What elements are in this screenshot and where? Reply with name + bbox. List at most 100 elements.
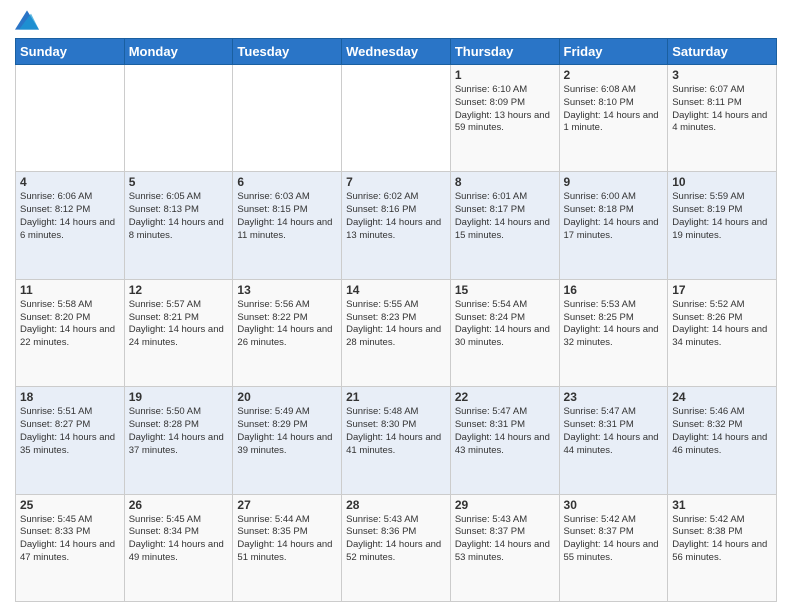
week-row: 11 Sunrise: 5:58 AM Sunset: 8:20 PM Dayli… xyxy=(16,279,777,386)
calendar-page: SundayMondayTuesdayWednesdayThursdayFrid… xyxy=(0,0,792,612)
day-number: 22 xyxy=(455,390,555,404)
day-number: 24 xyxy=(672,390,772,404)
day-detail: Sunrise: 5:58 AM Sunset: 8:20 PM Dayligh… xyxy=(20,299,120,350)
day-detail: Sunrise: 5:47 AM Sunset: 8:31 PM Dayligh… xyxy=(564,406,664,457)
weekday-header: Sunday xyxy=(16,39,125,65)
day-cell: 21 Sunrise: 5:48 AM Sunset: 8:30 PM Dayli… xyxy=(342,387,451,494)
day-number: 4 xyxy=(20,175,120,189)
calendar-body: 1 Sunrise: 6:10 AM Sunset: 8:09 PM Daylig… xyxy=(16,65,777,602)
day-cell: 1 Sunrise: 6:10 AM Sunset: 8:09 PM Daylig… xyxy=(450,65,559,172)
day-cell xyxy=(233,65,342,172)
day-cell: 16 Sunrise: 5:53 AM Sunset: 8:25 PM Dayli… xyxy=(559,279,668,386)
day-cell: 26 Sunrise: 5:45 AM Sunset: 8:34 PM Dayli… xyxy=(124,494,233,601)
day-detail: Sunrise: 5:57 AM Sunset: 8:21 PM Dayligh… xyxy=(129,299,229,350)
day-detail: Sunrise: 5:44 AM Sunset: 8:35 PM Dayligh… xyxy=(237,514,337,565)
day-number: 11 xyxy=(20,283,120,297)
day-detail: Sunrise: 5:53 AM Sunset: 8:25 PM Dayligh… xyxy=(564,299,664,350)
day-number: 26 xyxy=(129,498,229,512)
week-row: 18 Sunrise: 5:51 AM Sunset: 8:27 PM Dayli… xyxy=(16,387,777,494)
day-number: 16 xyxy=(564,283,664,297)
day-detail: Sunrise: 6:01 AM Sunset: 8:17 PM Dayligh… xyxy=(455,191,555,242)
day-cell: 23 Sunrise: 5:47 AM Sunset: 8:31 PM Dayli… xyxy=(559,387,668,494)
day-detail: Sunrise: 5:56 AM Sunset: 8:22 PM Dayligh… xyxy=(237,299,337,350)
day-detail: Sunrise: 5:55 AM Sunset: 8:23 PM Dayligh… xyxy=(346,299,446,350)
day-number: 31 xyxy=(672,498,772,512)
day-number: 10 xyxy=(672,175,772,189)
calendar-header: SundayMondayTuesdayWednesdayThursdayFrid… xyxy=(16,39,777,65)
weekday-header: Monday xyxy=(124,39,233,65)
day-number: 27 xyxy=(237,498,337,512)
day-cell: 31Sunrise: 5:42 AM Sunset: 8:38 PM Dayli… xyxy=(668,494,777,601)
day-cell xyxy=(342,65,451,172)
day-number: 15 xyxy=(455,283,555,297)
day-cell xyxy=(124,65,233,172)
day-detail: Sunrise: 5:43 AM Sunset: 8:37 PM Dayligh… xyxy=(455,514,555,565)
day-cell: 8 Sunrise: 6:01 AM Sunset: 8:17 PM Daylig… xyxy=(450,172,559,279)
weekday-header: Thursday xyxy=(450,39,559,65)
day-cell: 9Sunrise: 6:00 AM Sunset: 8:18 PM Daylig… xyxy=(559,172,668,279)
day-number: 28 xyxy=(346,498,446,512)
weekday-header: Wednesday xyxy=(342,39,451,65)
day-cell: 12Sunrise: 5:57 AM Sunset: 8:21 PM Dayli… xyxy=(124,279,233,386)
day-cell: 20 Sunrise: 5:49 AM Sunset: 8:29 PM Dayli… xyxy=(233,387,342,494)
day-number: 7 xyxy=(346,175,446,189)
day-number: 13 xyxy=(237,283,337,297)
day-cell: 24Sunrise: 5:46 AM Sunset: 8:32 PM Dayli… xyxy=(668,387,777,494)
day-detail: Sunrise: 5:59 AM Sunset: 8:19 PM Dayligh… xyxy=(672,191,772,242)
day-number: 18 xyxy=(20,390,120,404)
day-detail: Sunrise: 5:54 AM Sunset: 8:24 PM Dayligh… xyxy=(455,299,555,350)
day-detail: Sunrise: 6:10 AM Sunset: 8:09 PM Dayligh… xyxy=(455,84,555,135)
day-cell: 25Sunrise: 5:45 AM Sunset: 8:33 PM Dayli… xyxy=(16,494,125,601)
day-cell xyxy=(16,65,125,172)
logo xyxy=(15,10,41,30)
day-detail: Sunrise: 5:50 AM Sunset: 8:28 PM Dayligh… xyxy=(129,406,229,457)
day-number: 8 xyxy=(455,175,555,189)
day-detail: Sunrise: 5:45 AM Sunset: 8:33 PM Dayligh… xyxy=(20,514,120,565)
day-number: 21 xyxy=(346,390,446,404)
day-detail: Sunrise: 5:48 AM Sunset: 8:30 PM Dayligh… xyxy=(346,406,446,457)
day-number: 19 xyxy=(129,390,229,404)
day-cell: 3 Sunrise: 6:07 AM Sunset: 8:11 PM Daylig… xyxy=(668,65,777,172)
day-number: 5 xyxy=(129,175,229,189)
day-detail: Sunrise: 5:52 AM Sunset: 8:26 PM Dayligh… xyxy=(672,299,772,350)
day-cell: 30 Sunrise: 5:42 AM Sunset: 8:37 PM Dayli… xyxy=(559,494,668,601)
day-cell: 4Sunrise: 6:06 AM Sunset: 8:12 PM Daylig… xyxy=(16,172,125,279)
weekday-header: Saturday xyxy=(668,39,777,65)
day-number: 30 xyxy=(564,498,664,512)
day-number: 20 xyxy=(237,390,337,404)
logo-icon xyxy=(15,10,39,30)
day-number: 9 xyxy=(564,175,664,189)
day-cell: 19 Sunrise: 5:50 AM Sunset: 8:28 PM Dayli… xyxy=(124,387,233,494)
day-cell: 22 Sunrise: 5:47 AM Sunset: 8:31 PM Dayli… xyxy=(450,387,559,494)
day-cell: 28Sunrise: 5:43 AM Sunset: 8:36 PM Dayli… xyxy=(342,494,451,601)
day-number: 17 xyxy=(672,283,772,297)
day-detail: Sunrise: 5:51 AM Sunset: 8:27 PM Dayligh… xyxy=(20,406,120,457)
day-cell: 29 Sunrise: 5:43 AM Sunset: 8:37 PM Dayli… xyxy=(450,494,559,601)
day-number: 14 xyxy=(346,283,446,297)
day-number: 29 xyxy=(455,498,555,512)
day-cell: 7 Sunrise: 6:02 AM Sunset: 8:16 PM Daylig… xyxy=(342,172,451,279)
day-detail: Sunrise: 5:49 AM Sunset: 8:29 PM Dayligh… xyxy=(237,406,337,457)
week-row: 1 Sunrise: 6:10 AM Sunset: 8:09 PM Daylig… xyxy=(16,65,777,172)
day-detail: Sunrise: 6:07 AM Sunset: 8:11 PM Dayligh… xyxy=(672,84,772,135)
day-cell: 27 Sunrise: 5:44 AM Sunset: 8:35 PM Dayli… xyxy=(233,494,342,601)
day-cell: 14 Sunrise: 5:55 AM Sunset: 8:23 PM Dayli… xyxy=(342,279,451,386)
day-detail: Sunrise: 6:05 AM Sunset: 8:13 PM Dayligh… xyxy=(129,191,229,242)
weekday-header: Tuesday xyxy=(233,39,342,65)
week-row: 25Sunrise: 5:45 AM Sunset: 8:33 PM Dayli… xyxy=(16,494,777,601)
day-detail: Sunrise: 6:02 AM Sunset: 8:16 PM Dayligh… xyxy=(346,191,446,242)
day-cell: 15 Sunrise: 5:54 AM Sunset: 8:24 PM Dayli… xyxy=(450,279,559,386)
day-detail: Sunrise: 6:08 AM Sunset: 8:10 PM Dayligh… xyxy=(564,84,664,135)
day-cell: 13 Sunrise: 5:56 AM Sunset: 8:22 PM Dayli… xyxy=(233,279,342,386)
day-number: 1 xyxy=(455,68,555,82)
day-detail: Sunrise: 5:42 AM Sunset: 8:37 PM Dayligh… xyxy=(564,514,664,565)
day-number: 23 xyxy=(564,390,664,404)
day-cell: 2Sunrise: 6:08 AM Sunset: 8:10 PM Daylig… xyxy=(559,65,668,172)
day-cell: 10 Sunrise: 5:59 AM Sunset: 8:19 PM Dayli… xyxy=(668,172,777,279)
day-detail: Sunrise: 5:45 AM Sunset: 8:34 PM Dayligh… xyxy=(129,514,229,565)
day-number: 3 xyxy=(672,68,772,82)
day-number: 6 xyxy=(237,175,337,189)
day-cell: 17 Sunrise: 5:52 AM Sunset: 8:26 PM Dayli… xyxy=(668,279,777,386)
day-detail: Sunrise: 6:03 AM Sunset: 8:15 PM Dayligh… xyxy=(237,191,337,242)
day-detail: Sunrise: 5:47 AM Sunset: 8:31 PM Dayligh… xyxy=(455,406,555,457)
